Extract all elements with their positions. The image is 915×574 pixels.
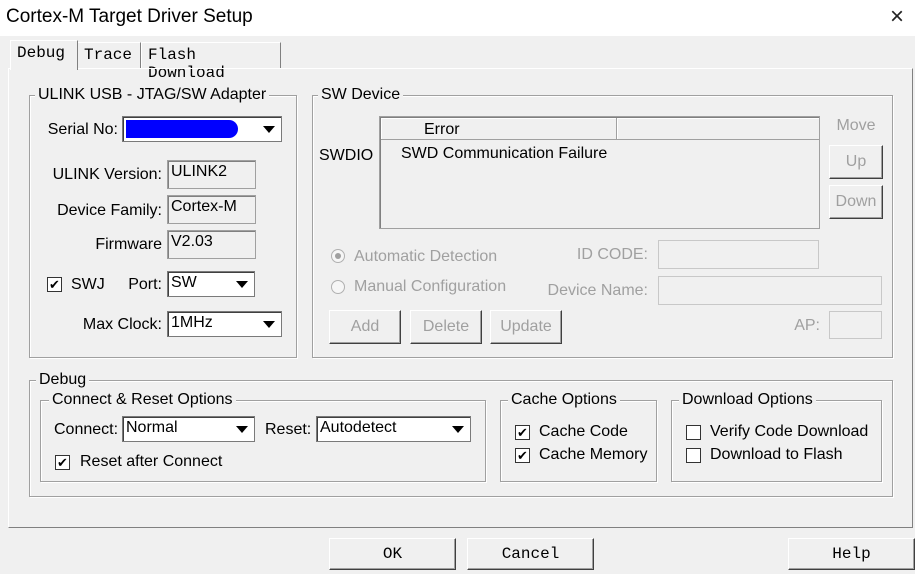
connect-value: Normal <box>126 419 178 436</box>
device-name-label: Device Name: <box>547 282 648 299</box>
add-button[interactable]: Add <box>329 310 401 344</box>
tab-flash-download[interactable]: Flash Download <box>141 42 281 82</box>
device-name-field[interactable] <box>658 276 882 305</box>
title-bar: Cortex-M Target Driver Setup × <box>0 0 915 36</box>
manual-config-radio[interactable] <box>331 280 345 294</box>
firmware-label: Firmware <box>95 236 162 253</box>
firmware-field: V2.03 <box>167 230 256 259</box>
id-code-label: ID CODE: <box>576 246 648 263</box>
down-button[interactable]: Down <box>829 185 883 219</box>
cache-options-group <box>500 400 657 482</box>
swj-label: SWJ <box>71 276 105 293</box>
up-button[interactable]: Up <box>829 145 883 179</box>
device-family-field: Cortex-M <box>167 195 256 224</box>
connect-select[interactable]: Normal <box>122 416 255 442</box>
reset-value: Autodetect <box>320 419 397 436</box>
reset-select[interactable]: Autodetect <box>316 416 471 442</box>
reset-after-connect-checkbox[interactable]: ✔ <box>55 455 70 470</box>
chevron-down-icon[interactable] <box>231 418 253 440</box>
manual-config-label: Manual Configuration <box>354 278 507 295</box>
download-options-group-title: Download Options <box>679 391 816 409</box>
connect-label: Connect: <box>54 421 119 438</box>
help-button[interactable]: Help <box>788 538 915 570</box>
close-icon[interactable]: × <box>886 5 908 29</box>
ulink-version-label: ULINK Version: <box>52 166 162 183</box>
chevron-down-icon[interactable] <box>231 273 253 295</box>
serial-select[interactable] <box>122 116 282 142</box>
cache-options-group-title: Cache Options <box>508 391 620 409</box>
list-header-spacer <box>381 118 617 140</box>
id-code-field[interactable] <box>658 240 819 269</box>
window-title: Cortex-M Target Driver Setup <box>6 6 253 27</box>
cache-code-checkbox[interactable]: ✔ <box>515 425 530 440</box>
move-label: Move <box>836 117 876 134</box>
delete-button[interactable]: Delete <box>410 310 482 344</box>
swdio-label: SWDIO <box>319 147 374 164</box>
debug-group-title: Debug <box>36 371 90 389</box>
swj-checkbox[interactable]: ✔ <box>47 277 62 292</box>
ap-field[interactable] <box>829 311 882 339</box>
cache-memory-checkbox[interactable]: ✔ <box>515 448 530 463</box>
reset-after-connect-label: Reset after Connect <box>80 453 223 470</box>
download-options-group <box>671 400 882 482</box>
device-list[interactable]: Error SWD Communication Failure <box>379 116 820 229</box>
tab-trace[interactable]: Trace <box>77 42 141 68</box>
cache-memory-label: Cache Memory <box>539 446 648 463</box>
serial-redaction <box>126 120 238 138</box>
port-label: Port: <box>128 276 162 293</box>
cancel-button[interactable]: Cancel <box>467 538 594 570</box>
download-to-flash-label: Download to Flash <box>710 446 843 463</box>
update-button[interactable]: Update <box>490 310 562 344</box>
ap-label: AP: <box>794 317 820 334</box>
reset-label: Reset: <box>265 421 312 438</box>
device-list-header: Error <box>381 118 820 140</box>
serial-label: Serial No: <box>47 121 118 138</box>
connect-reset-group-title: Connect & Reset Options <box>49 391 236 409</box>
download-to-flash-checkbox[interactable] <box>686 448 701 463</box>
max-clock-label: Max Clock: <box>82 316 162 333</box>
chevron-down-icon[interactable] <box>447 418 469 440</box>
sw-device-group-title: SW Device <box>318 86 404 104</box>
device-list-row: SWD Communication Failure <box>401 145 608 162</box>
cache-code-label: Cache Code <box>539 423 628 440</box>
verify-code-download-checkbox[interactable] <box>686 425 701 440</box>
list-header-blank <box>617 118 820 140</box>
port-select[interactable]: SW <box>167 271 255 297</box>
auto-detect-label: Automatic Detection <box>354 248 498 265</box>
adapter-group-title: ULINK USB - JTAG/SW Adapter <box>35 86 270 104</box>
max-clock-select[interactable]: 1MHz <box>167 311 282 337</box>
auto-detect-radio[interactable] <box>331 249 345 263</box>
chevron-down-icon[interactable] <box>258 118 280 140</box>
column-header-error: Error <box>424 121 460 138</box>
device-family-label: Device Family: <box>57 202 162 219</box>
chevron-down-icon[interactable] <box>258 313 280 335</box>
ulink-version-field: ULINK2 <box>167 160 256 189</box>
port-value: SW <box>171 274 197 291</box>
verify-code-download-label: Verify Code Download <box>710 423 869 440</box>
max-clock-value: 1MHz <box>171 314 213 331</box>
tab-debug[interactable]: Debug <box>10 40 78 70</box>
ok-button[interactable]: OK <box>329 538 456 570</box>
